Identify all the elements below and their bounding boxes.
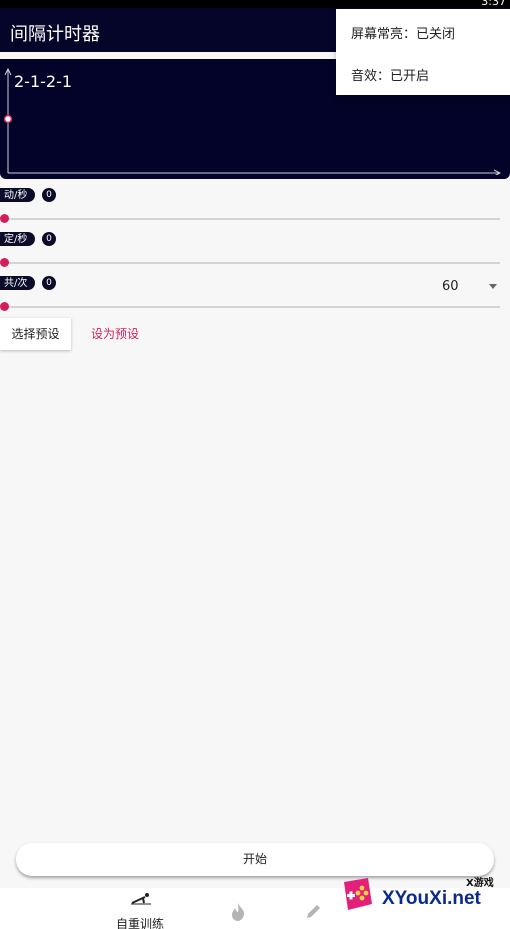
slider-value-badge: 0 (42, 232, 56, 246)
page-title: 间隔计时器 (10, 24, 100, 45)
save-preset-button[interactable]: 设为预设 (83, 318, 147, 350)
slider-value-badge: 0 (42, 276, 56, 290)
slider-track[interactable] (4, 218, 500, 220)
nav-item-edit[interactable] (298, 888, 330, 929)
slider-track[interactable] (4, 306, 500, 308)
count-dropdown-value: 60 (442, 279, 459, 294)
status-time: 3:37 (481, 0, 506, 8)
pushup-icon (131, 893, 151, 905)
menu-item-keep-screen-on[interactable]: 屏幕常亮：已关闭 (351, 23, 455, 42)
choose-preset-button[interactable]: 选择预设 (0, 318, 71, 350)
watermark: X游戏 XYouXi.net (338, 870, 510, 920)
status-bar: 3:37 (0, 0, 510, 8)
slider-action-seconds: 动/秒 0 (0, 188, 510, 228)
slider-label: 定/秒 (0, 232, 36, 246)
slider-thumb[interactable] (0, 302, 9, 311)
slider-label: 动/秒 (0, 188, 36, 202)
menu-item-sound-effect[interactable]: 音效：已开启 (351, 65, 429, 84)
count-dropdown[interactable]: 60 (440, 279, 500, 297)
app-root: 3:37 间隔计时器 2-1-2-1 屏幕常亮：已关闭 音效：已开启 动/秒 0… (0, 0, 510, 929)
interval-pattern: 2-1-2-1 (14, 72, 73, 91)
nav-item-flame[interactable] (222, 888, 254, 929)
watermark-text: XYouXi.net (382, 888, 481, 909)
flame-icon (232, 903, 245, 921)
slider-thumb[interactable] (0, 214, 9, 223)
dropdown-caret-icon (489, 284, 497, 289)
overflow-menu: 屏幕常亮：已关闭 音效：已开启 (336, 9, 510, 95)
pencil-icon (307, 905, 320, 918)
gamepad-logo-icon (344, 878, 372, 910)
slider-track[interactable] (4, 262, 500, 264)
slider-value-badge: 0 (42, 188, 56, 202)
nav-item-label: 自重训练 (115, 917, 164, 929)
slider-label: 共/次 (0, 276, 36, 290)
nav-item-bodyweight[interactable]: 自重训练 (110, 888, 170, 929)
slider-rest-seconds: 定/秒 0 (0, 232, 510, 272)
slider-total-times: 共/次 0 (0, 276, 510, 316)
watermark-small-text: X游戏 (466, 878, 494, 889)
slider-thumb[interactable] (0, 258, 9, 267)
